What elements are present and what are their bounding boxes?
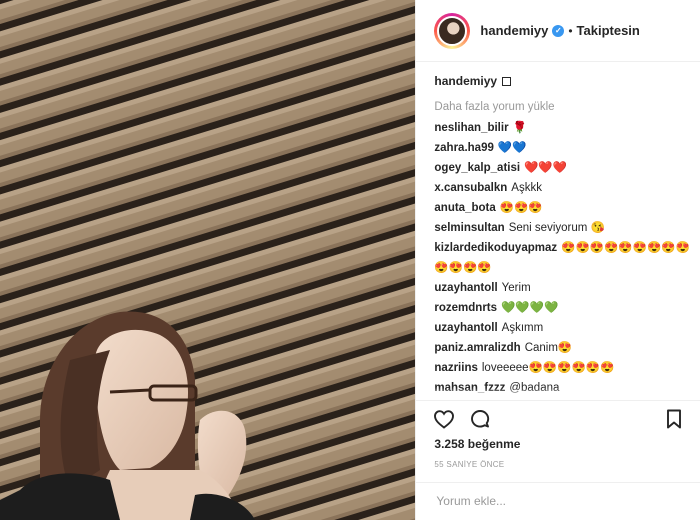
avatar-image [437,15,468,46]
comment-item: ogey_kalp_atisi ❤️❤️❤️ [434,158,690,178]
add-comment-section [416,482,700,521]
comment-username[interactable]: selminsultan [434,222,504,234]
comment-username[interactable]: uzayhantoll [434,322,497,334]
comment-item: x.cansubalkn Aşkkk [434,178,690,198]
header-username[interactable]: handemiyy [480,23,548,38]
comment-username[interactable]: neslihan_bilir [434,122,508,134]
caption: handemiyy [434,70,690,92]
following-button[interactable]: Takiptesin [577,23,640,38]
comment-username[interactable]: ogey_kalp_atisi [434,162,520,174]
comment-username[interactable]: uzayhantoll [434,282,497,294]
comment-text: Seni seviyorum 😘 [508,222,605,234]
comment-username[interactable]: anuta_bota [434,202,495,214]
comment-text: 💚💚💚💚 [501,302,559,314]
comment-item: uzayhantoll Yerim [434,278,690,298]
square-emoji-icon [502,76,512,86]
comment-text: Aşkımm [501,322,544,334]
comment-item: selminsultan Seni seviyorum 😘 [434,218,690,238]
comment-text: 🌹 [512,122,527,134]
comment-text: 💙💙 [497,142,527,154]
comment-item: kizlardedikoduyapmaz 😍😍😍😍😍😍😍😍😍😍😍😍😍 [434,238,690,278]
comment-item: anuta_bota 😍😍😍 [434,198,690,218]
post-timestamp: 55 SANİYE ÖNCE [434,460,505,469]
avatar[interactable] [434,12,471,49]
comment-text: 😍😍😍 [499,202,543,214]
comment-text: ❤️❤️❤️ [524,162,568,174]
comment-bubble-icon[interactable] [468,407,492,436]
heart-icon[interactable] [432,407,456,436]
comment-text: Aşkkk [511,182,542,194]
verified-badge-icon: ✓ [552,24,565,37]
comment-username[interactable]: rozemdnrts [434,302,497,314]
comment-text: Yerim [501,282,531,294]
bookmark-icon[interactable] [662,407,686,436]
comment-item: nazriins loveeeee😍😍😍😍😍😍 [434,358,690,378]
comment-item: uzayhantoll Aşkımm [434,318,690,338]
action-bar [416,400,700,437]
comment-rows: neslihan_bilir 🌹 zahra.ha99 💙💙 ogey_kalp_ati… [434,118,690,398]
add-comment-input[interactable] [434,493,679,509]
comment-username[interactable]: x.cansubalkn [434,182,507,194]
scroll-fade [434,388,690,398]
slatted-wall-photo [0,0,416,520]
comment-item: zahra.ha99 💙💙 [434,138,690,158]
comment-text: loveeeee😍😍😍😍😍😍 [481,362,615,374]
comments-list[interactable]: handemiyy Daha fazla yorum yükle nesliha… [434,70,690,398]
instagram-post: handemiyy ✓ • Takiptesin handemiyy Daha … [0,0,700,520]
comment-username[interactable]: paniz.amralizdh [434,342,520,354]
caption-username[interactable]: handemiyy [434,74,497,88]
comment-item: paniz.amralizdh Canim😍 [434,338,690,358]
comment-text: Canim😍 [524,342,573,354]
separator-dot: • [568,23,573,38]
post-side-panel: handemiyy ✓ • Takiptesin handemiyy Daha … [415,0,700,520]
comment-username[interactable]: kizlardedikoduyapmaz [434,242,557,254]
post-header: handemiyy ✓ • Takiptesin [416,0,700,62]
likes-count[interactable]: 3.258 beğenme [434,437,520,451]
comment-item: neslihan_bilir 🌹 [434,118,690,138]
comment-item: rozemdnrts 💚💚💚💚 [434,298,690,318]
comment-username[interactable]: zahra.ha99 [434,142,493,154]
comment-username[interactable]: nazriins [434,362,477,374]
post-photo[interactable] [0,0,416,520]
load-more-comments-link[interactable]: Daha fazla yorum yükle [434,96,690,118]
